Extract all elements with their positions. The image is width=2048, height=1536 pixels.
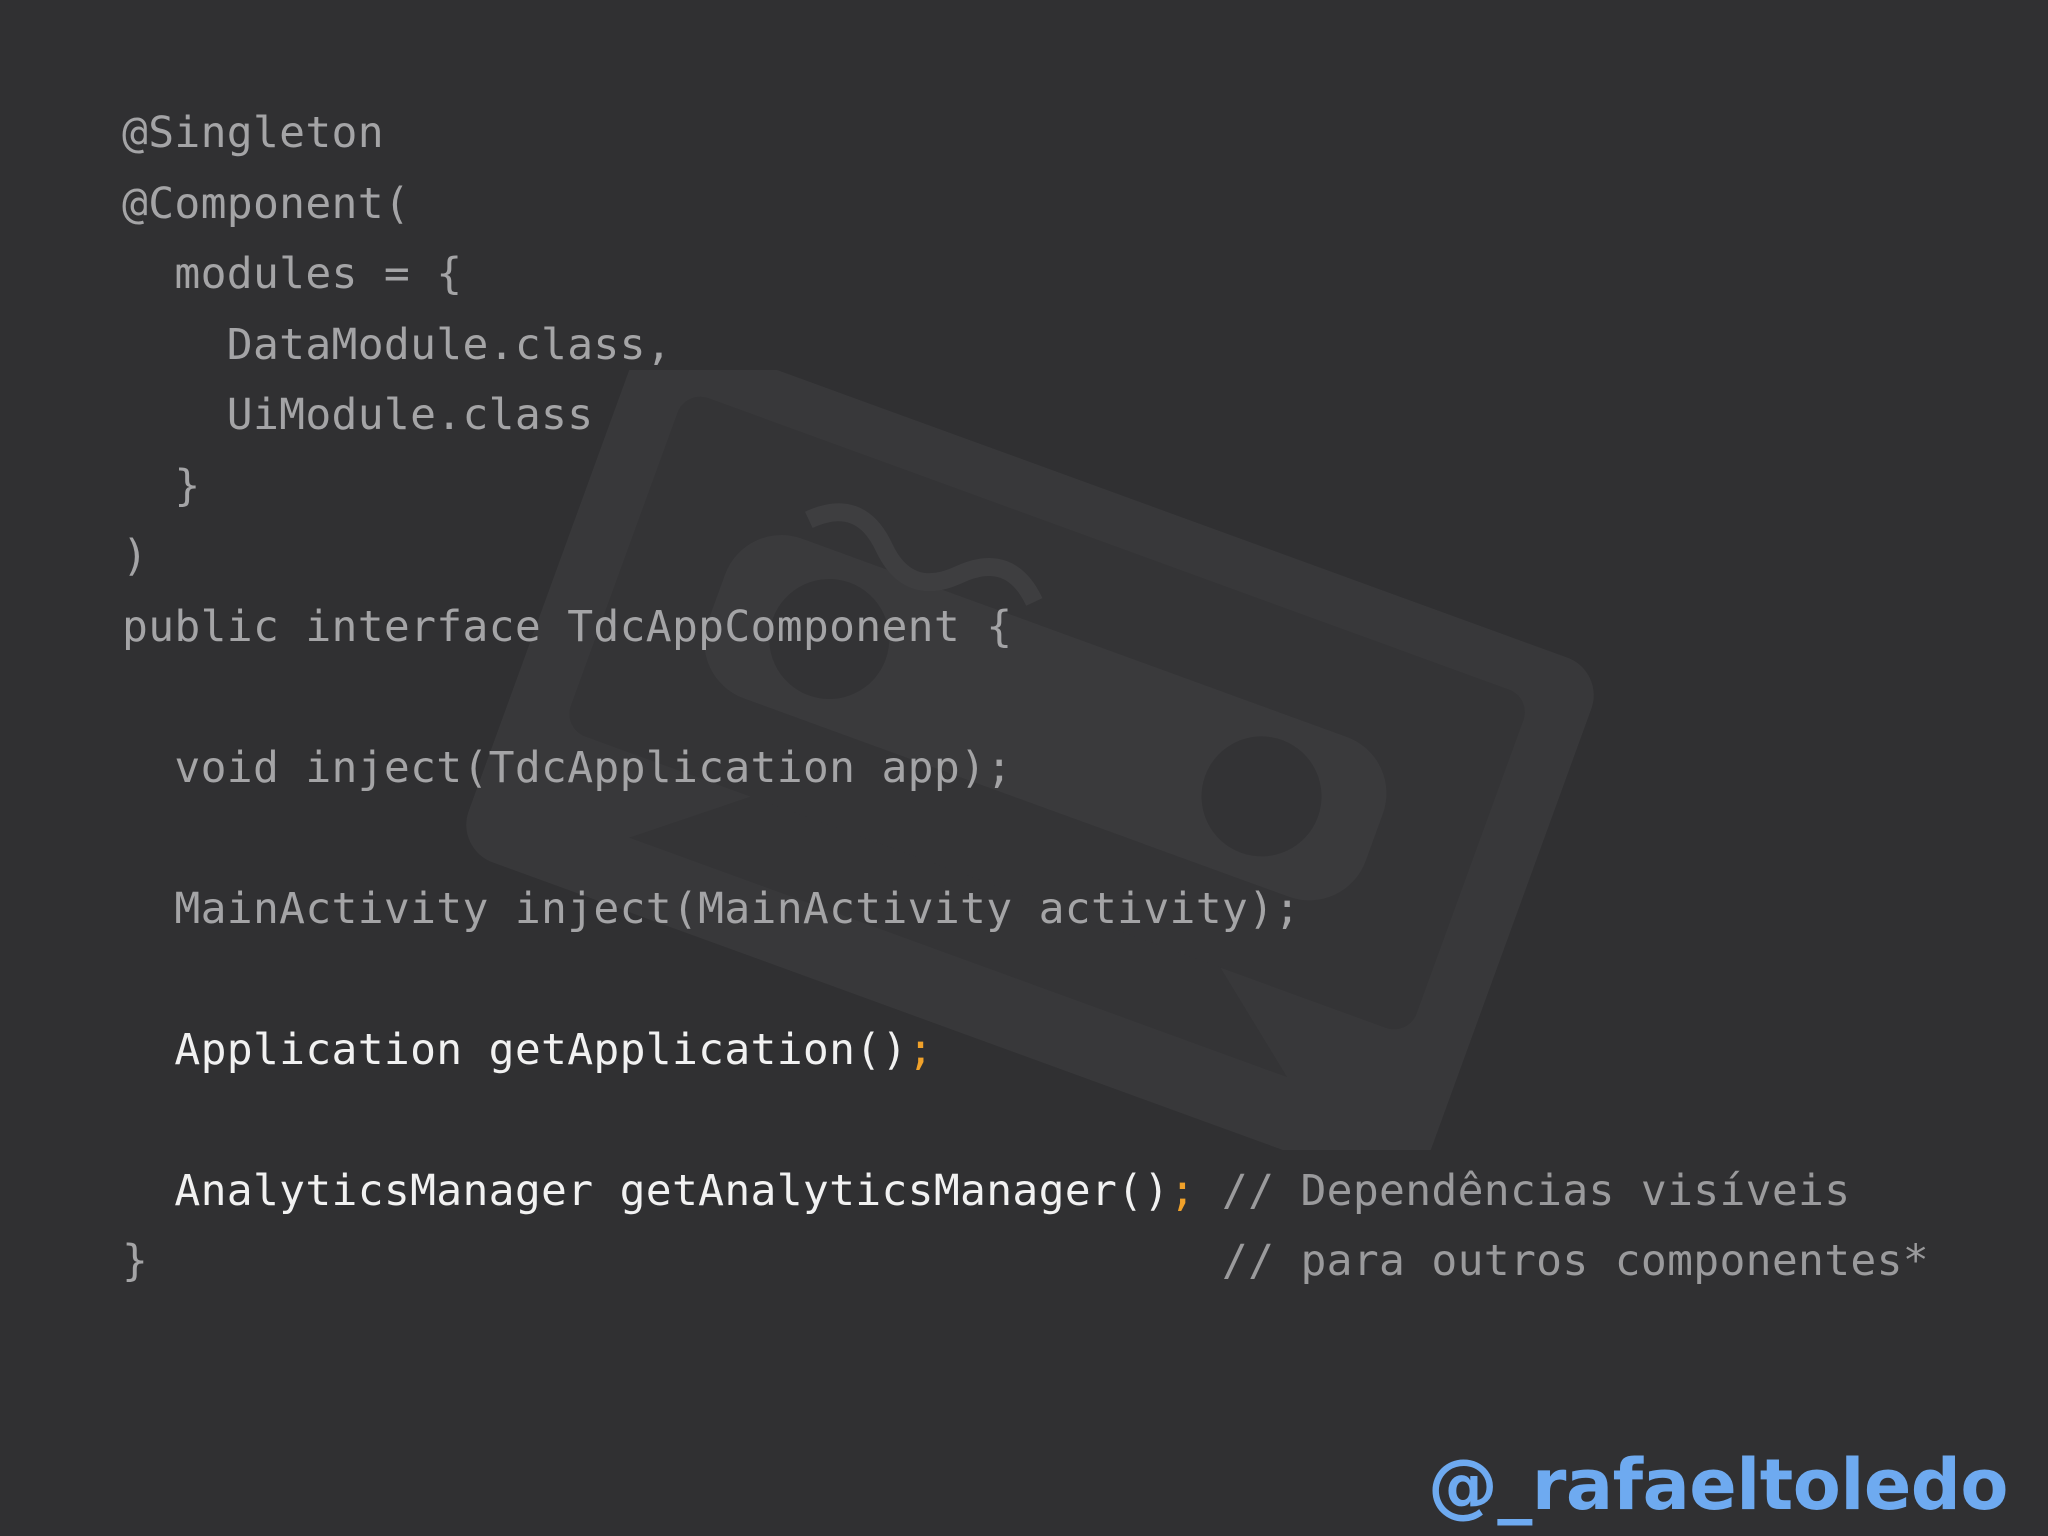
author-handle: @_rafaeltoledo (1427, 1444, 2009, 1526)
code-comment: // Dependências visíveis (1195, 1165, 1851, 1216)
code-line-7: ) (122, 531, 149, 581)
code-line-17: } // para outros componentes* (122, 1236, 1929, 1286)
code-line-12: MainActivity inject(MainActivity activit… (122, 883, 1301, 934)
code-line-8: public interface TdcAppComponent { (122, 601, 1013, 652)
semicolon-accent: ; (907, 1024, 934, 1075)
code-line-16: AnalyticsManager getAnalyticsManager(); … (122, 1156, 1929, 1227)
code-line-4: DataModule.class, (122, 319, 672, 370)
code-line-10: void inject(TdcApplication app); (122, 742, 1013, 793)
code-line-6: } (122, 460, 201, 511)
slide: @Singleton @Component( modules = { DataM… (0, 0, 2048, 1536)
code-line-1: @Singleton (122, 108, 384, 158)
code-comment: // para outros componentes* (148, 1236, 1929, 1286)
semicolon-accent: ; (1169, 1165, 1196, 1216)
code-line-2: @Component( (122, 178, 411, 229)
highlighted-code: AnalyticsManager getAnalyticsManager() (122, 1165, 1170, 1216)
code-block: @Singleton @Component( modules = { DataM… (122, 98, 1929, 1297)
code-line-3: modules = { (122, 249, 463, 299)
code-line-14: Application getApplication(); (122, 1015, 1929, 1086)
code-line-5: UiModule.class (122, 390, 594, 440)
highlighted-code: Application getApplication() (122, 1024, 908, 1075)
